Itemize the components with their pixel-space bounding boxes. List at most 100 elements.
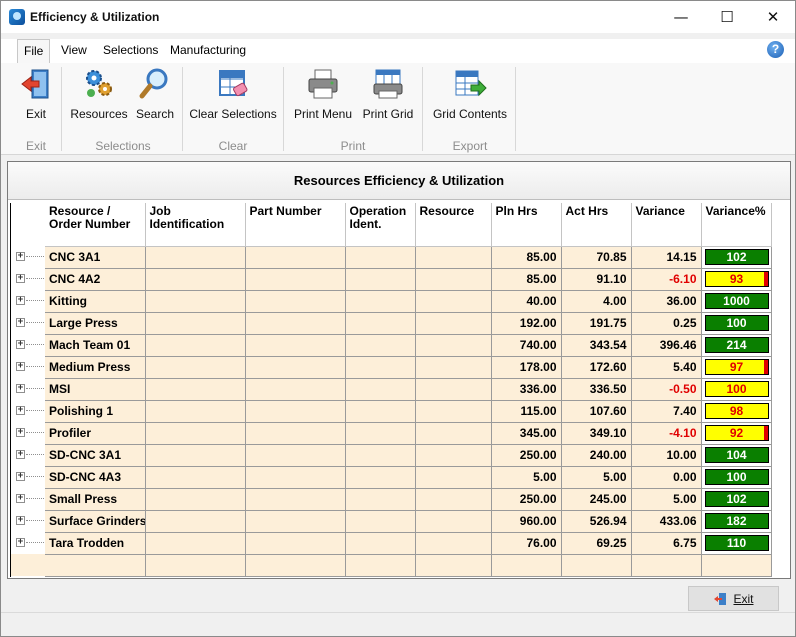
resource-cell	[415, 488, 492, 511]
resources-button[interactable]: Resources	[69, 67, 129, 121]
menu-manufacturing[interactable]: Manufacturing	[170, 43, 246, 57]
part-number-cell	[245, 400, 346, 423]
col-header-job-identification[interactable]: Job Identification	[145, 203, 246, 247]
part-number-cell	[245, 312, 346, 335]
search-label: Search	[135, 107, 175, 121]
col-header-variance-pct[interactable]: Variance%	[701, 203, 772, 247]
variance-cell: 7.40	[631, 400, 702, 423]
table-row[interactable]: + Small Press 250.00 245.00 5.00 102	[11, 488, 772, 511]
resource-name-cell: Mach Team 01	[45, 334, 146, 357]
expand-icon[interactable]: +	[16, 516, 25, 525]
resource-cell	[415, 290, 492, 313]
expand-icon[interactable]: +	[16, 406, 25, 415]
part-number-cell	[245, 422, 346, 445]
table-row[interactable]: + SD-CNC 4A3 5.00 5.00 0.00 100	[11, 466, 772, 489]
operation-ident-cell	[345, 334, 416, 357]
tree-cell: +	[11, 510, 45, 532]
expand-icon[interactable]: +	[16, 494, 25, 503]
variance-pct-cell: 93	[701, 268, 772, 291]
expand-icon[interactable]: +	[16, 538, 25, 547]
col-header-part-number[interactable]: Part Number	[245, 203, 346, 247]
variance-pct-value: 182	[726, 514, 747, 528]
expand-icon[interactable]: +	[16, 252, 25, 261]
col-header-pln-hrs[interactable]: Pln Hrs	[491, 203, 562, 247]
tree-cell: +	[11, 422, 45, 444]
print-grid-icon	[371, 67, 405, 101]
resources-grid[interactable]: Resource / Order Number Job Identificati…	[10, 203, 772, 577]
pln-hrs-cell: 40.00	[491, 290, 562, 313]
grid-contents-button[interactable]: Grid Contents	[429, 67, 511, 121]
grid-cell	[415, 554, 492, 577]
table-row[interactable]: + Polishing 1 115.00 107.60 7.40 98	[11, 400, 772, 423]
print-grid-button[interactable]: Print Grid	[361, 67, 415, 121]
variance-pct-value: 93	[729, 272, 744, 286]
footer-exit-button[interactable]: Exit	[688, 586, 779, 611]
table-row[interactable]: + MSI 336.00 336.50 -0.50 100	[11, 378, 772, 401]
ribbon-toolbar: Exit Exit Resources Search Selections Cl…	[1, 63, 795, 155]
menu-file[interactable]: File	[17, 39, 51, 63]
table-row[interactable]: + Surface Grinders 960.00 526.94 433.06 182	[11, 510, 772, 533]
table-row[interactable]: + CNC 3A1 85.00 70.85 14.15 102	[11, 246, 772, 269]
expand-icon[interactable]: +	[16, 362, 25, 371]
tree-connector	[26, 256, 45, 257]
expand-icon[interactable]: +	[16, 450, 25, 459]
resources-panel: Resources Efficiency & Utilization Resou…	[7, 161, 791, 579]
resource-name-cell: Small Press	[45, 488, 146, 511]
variance-pct-badge: 1000	[704, 293, 769, 309]
maximize-button[interactable]: ☐	[704, 1, 750, 33]
table-row[interactable]: + Medium Press 178.00 172.60 5.40 97	[11, 356, 772, 379]
operation-ident-cell	[345, 400, 416, 423]
col-header-operation-ident[interactable]: Operation Ident.	[345, 203, 416, 247]
expand-icon[interactable]: +	[16, 428, 25, 437]
expand-icon[interactable]: +	[16, 274, 25, 283]
ribbon-separator	[61, 67, 62, 151]
expand-icon[interactable]: +	[16, 296, 25, 305]
expand-icon[interactable]: +	[16, 318, 25, 327]
act-hrs-cell: 343.54	[561, 334, 632, 357]
variance-cell: 5.40	[631, 356, 702, 379]
tree-cell	[11, 554, 45, 576]
table-row[interactable]: + Mach Team 01 740.00 343.54 396.46 214	[11, 334, 772, 357]
search-button[interactable]: Search	[133, 67, 177, 121]
resource-name-cell: SD-CNC 3A1	[45, 444, 146, 467]
part-number-cell	[245, 334, 346, 357]
part-number-cell	[245, 356, 346, 379]
group-label-clear: Clear	[218, 139, 248, 153]
table-row[interactable]: + Profiler 345.00 349.10 -4.10 92	[11, 422, 772, 445]
resource-name-cell: Large Press	[45, 312, 146, 335]
footer-exit-label: Exit	[733, 591, 754, 606]
operation-ident-cell	[345, 510, 416, 533]
tree-connector	[26, 454, 45, 455]
col-header-act-hrs[interactable]: Act Hrs	[561, 203, 632, 247]
minimize-button[interactable]: —	[658, 1, 704, 33]
table-row[interactable]: + Large Press 192.00 191.75 0.25 100	[11, 312, 772, 335]
print-menu-button[interactable]: Print Menu	[291, 67, 355, 121]
close-button[interactable]: ✕	[750, 1, 796, 33]
expand-icon[interactable]: +	[16, 340, 25, 349]
expand-icon[interactable]: +	[16, 384, 25, 393]
menu-selections[interactable]: Selections	[103, 43, 158, 57]
variance-cell: 36.00	[631, 290, 702, 313]
col-header-variance[interactable]: Variance	[631, 203, 702, 247]
col-header-resource-order[interactable]: Resource / Order Number	[45, 203, 146, 247]
printer-icon	[306, 67, 340, 101]
expand-icon[interactable]: +	[16, 472, 25, 481]
col-header-resource[interactable]: Resource	[415, 203, 492, 247]
exit-ribbon-button[interactable]: Exit	[13, 67, 59, 121]
help-icon[interactable]: ?	[767, 41, 784, 58]
variance-pct-value: 100	[726, 382, 747, 396]
table-row[interactable]: + Kitting 40.00 4.00 36.00 1000	[11, 290, 772, 313]
table-row[interactable]: + SD-CNC 3A1 250.00 240.00 10.00 104	[11, 444, 772, 467]
resource-cell	[415, 510, 492, 533]
part-number-cell	[245, 510, 346, 533]
act-hrs-cell: 107.60	[561, 400, 632, 423]
table-row[interactable]: + CNC 4A2 85.00 91.10 -6.10 93	[11, 268, 772, 291]
clear-selections-button[interactable]: Clear Selections	[189, 67, 277, 121]
act-hrs-cell: 240.00	[561, 444, 632, 467]
variance-pct-value: 110	[726, 536, 747, 550]
variance-cell: -4.10	[631, 422, 702, 445]
resource-cell	[415, 444, 492, 467]
pln-hrs-cell: 178.00	[491, 356, 562, 379]
table-row[interactable]: + Tara Trodden 76.00 69.25 6.75 110	[11, 532, 772, 555]
menu-view[interactable]: View	[61, 43, 87, 57]
